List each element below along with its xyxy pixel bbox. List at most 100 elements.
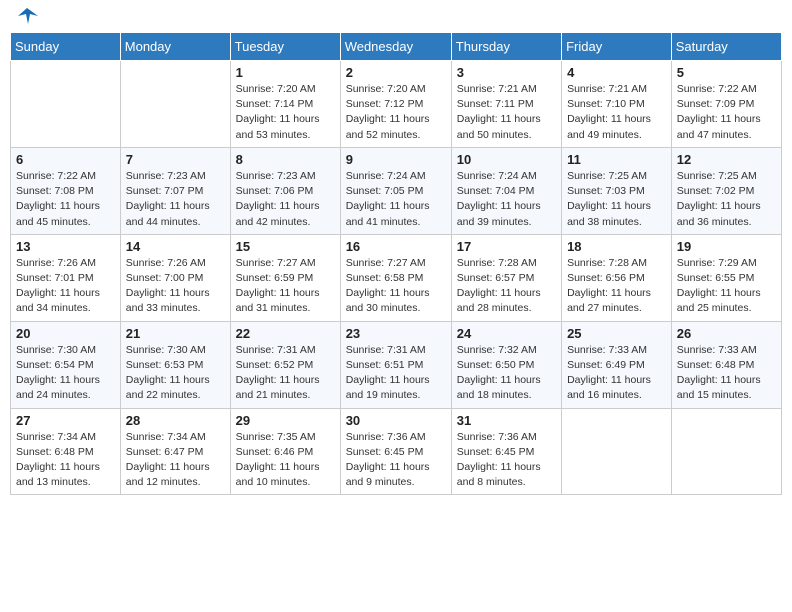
day-of-week-header: Monday — [120, 33, 230, 61]
day-info: Sunrise: 7:36 AM Sunset: 6:45 PM Dayligh… — [457, 430, 556, 491]
day-number: 10 — [457, 152, 556, 167]
calendar-cell — [671, 408, 781, 495]
day-number: 16 — [346, 239, 446, 254]
day-of-week-header: Saturday — [671, 33, 781, 61]
day-number: 12 — [677, 152, 776, 167]
calendar-week-row: 27 Sunrise: 7:34 AM Sunset: 6:48 PM Dayli… — [11, 408, 782, 495]
calendar-cell: 6Sunrise: 7:22 AM Sunset: 7:08 PM Daylig… — [11, 147, 121, 234]
calendar-cell: 20 Sunrise: 7:30 AM Sunset: 6:54 PM Dayli… — [11, 321, 121, 408]
calendar-cell: 17 Sunrise: 7:28 AM Sunset: 6:57 PM Dayli… — [451, 234, 561, 321]
calendar-cell — [11, 61, 121, 148]
day-info: Sunrise: 7:26 AM Sunset: 7:00 PM Dayligh… — [126, 256, 225, 317]
day-info: Sunrise: 7:34 AM Sunset: 6:47 PM Dayligh… — [126, 430, 225, 491]
day-info: Sunrise: 7:21 AM Sunset: 7:11 PM Dayligh… — [457, 82, 556, 143]
calendar-cell: 24 Sunrise: 7:32 AM Sunset: 6:50 PM Dayli… — [451, 321, 561, 408]
day-number: 8 — [236, 152, 335, 167]
day-info: Sunrise: 7:27 AM Sunset: 6:59 PM Dayligh… — [236, 256, 335, 317]
calendar-cell: 12 Sunrise: 7:25 AM Sunset: 7:02 PM Dayli… — [671, 147, 781, 234]
page-header — [10, 10, 782, 26]
calendar-cell: 2 Sunrise: 7:20 AM Sunset: 7:12 PM Daylig… — [340, 61, 451, 148]
day-number: 19 — [677, 239, 776, 254]
day-info: Sunrise: 7:20 AM Sunset: 7:14 PM Dayligh… — [236, 82, 335, 143]
calendar-cell — [562, 408, 672, 495]
calendar-cell: 27 Sunrise: 7:34 AM Sunset: 6:48 PM Dayli… — [11, 408, 121, 495]
day-info: Sunrise: 7:29 AM Sunset: 6:55 PM Dayligh… — [677, 256, 776, 317]
day-number: 9 — [346, 152, 446, 167]
day-number: 31 — [457, 413, 556, 428]
day-number: 5 — [677, 65, 776, 80]
day-info: Sunrise: 7:31 AM Sunset: 6:52 PM Dayligh… — [236, 343, 335, 404]
day-of-week-header: Sunday — [11, 33, 121, 61]
day-number: 14 — [126, 239, 225, 254]
day-info: Sunrise: 7:21 AM Sunset: 7:10 PM Dayligh… — [567, 82, 666, 143]
calendar-cell: 9 Sunrise: 7:24 AM Sunset: 7:05 PM Daylig… — [340, 147, 451, 234]
day-number: 17 — [457, 239, 556, 254]
calendar-cell: 13Sunrise: 7:26 AM Sunset: 7:01 PM Dayli… — [11, 234, 121, 321]
day-info: Sunrise: 7:23 AM Sunset: 7:07 PM Dayligh… — [126, 169, 225, 230]
calendar-cell: 15Sunrise: 7:27 AM Sunset: 6:59 PM Dayli… — [230, 234, 340, 321]
day-number: 18 — [567, 239, 666, 254]
day-number: 25 — [567, 326, 666, 341]
calendar-cell: 11Sunrise: 7:25 AM Sunset: 7:03 PM Dayli… — [562, 147, 672, 234]
calendar-cell: 31 Sunrise: 7:36 AM Sunset: 6:45 PM Dayli… — [451, 408, 561, 495]
calendar-table: SundayMondayTuesdayWednesdayThursdayFrid… — [10, 32, 782, 495]
calendar-cell: 16Sunrise: 7:27 AM Sunset: 6:58 PM Dayli… — [340, 234, 451, 321]
calendar-cell — [120, 61, 230, 148]
calendar-week-row: 6Sunrise: 7:22 AM Sunset: 7:08 PM Daylig… — [11, 147, 782, 234]
calendar-cell: 26Sunrise: 7:33 AM Sunset: 6:48 PM Dayli… — [671, 321, 781, 408]
calendar-cell: 18 Sunrise: 7:28 AM Sunset: 6:56 PM Dayli… — [562, 234, 672, 321]
day-info: Sunrise: 7:25 AM Sunset: 7:02 PM Dayligh… — [677, 169, 776, 230]
day-of-week-header: Thursday — [451, 33, 561, 61]
day-number: 22 — [236, 326, 335, 341]
calendar-cell: 10 Sunrise: 7:24 AM Sunset: 7:04 PM Dayli… — [451, 147, 561, 234]
day-number: 30 — [346, 413, 446, 428]
day-number: 21 — [126, 326, 225, 341]
calendar-week-row: 1 Sunrise: 7:20 AM Sunset: 7:14 PM Daylig… — [11, 61, 782, 148]
calendar-cell: 8 Sunrise: 7:23 AM Sunset: 7:06 PM Daylig… — [230, 147, 340, 234]
calendar-cell: 19 Sunrise: 7:29 AM Sunset: 6:55 PM Dayli… — [671, 234, 781, 321]
day-of-week-header: Friday — [562, 33, 672, 61]
calendar-cell: 3 Sunrise: 7:21 AM Sunset: 7:11 PM Daylig… — [451, 61, 561, 148]
day-info: Sunrise: 7:20 AM Sunset: 7:12 PM Dayligh… — [346, 82, 446, 143]
day-number: 3 — [457, 65, 556, 80]
day-info: Sunrise: 7:28 AM Sunset: 6:56 PM Dayligh… — [567, 256, 666, 317]
day-number: 24 — [457, 326, 556, 341]
day-number: 20 — [16, 326, 115, 341]
day-number: 23 — [346, 326, 446, 341]
day-info: Sunrise: 7:30 AM Sunset: 6:54 PM Dayligh… — [16, 343, 115, 404]
day-info: Sunrise: 7:23 AM Sunset: 7:06 PM Dayligh… — [236, 169, 335, 230]
day-number: 29 — [236, 413, 335, 428]
day-info: Sunrise: 7:28 AM Sunset: 6:57 PM Dayligh… — [457, 256, 556, 317]
day-of-week-header: Wednesday — [340, 33, 451, 61]
day-info: Sunrise: 7:33 AM Sunset: 6:49 PM Dayligh… — [567, 343, 666, 404]
day-info: Sunrise: 7:34 AM Sunset: 6:48 PM Dayligh… — [16, 430, 115, 491]
day-info: Sunrise: 7:30 AM Sunset: 6:53 PM Dayligh… — [126, 343, 225, 404]
day-number: 28 — [126, 413, 225, 428]
day-info: Sunrise: 7:35 AM Sunset: 6:46 PM Dayligh… — [236, 430, 335, 491]
day-number: 27 — [16, 413, 115, 428]
day-info: Sunrise: 7:36 AM Sunset: 6:45 PM Dayligh… — [346, 430, 446, 491]
calendar-cell: 28 Sunrise: 7:34 AM Sunset: 6:47 PM Dayli… — [120, 408, 230, 495]
calendar-cell: 14 Sunrise: 7:26 AM Sunset: 7:00 PM Dayli… — [120, 234, 230, 321]
calendar-cell: 4 Sunrise: 7:21 AM Sunset: 7:10 PM Daylig… — [562, 61, 672, 148]
calendar-cell: 7Sunrise: 7:23 AM Sunset: 7:07 PM Daylig… — [120, 147, 230, 234]
day-info: Sunrise: 7:24 AM Sunset: 7:05 PM Dayligh… — [346, 169, 446, 230]
day-info: Sunrise: 7:32 AM Sunset: 6:50 PM Dayligh… — [457, 343, 556, 404]
day-number: 1 — [236, 65, 335, 80]
day-info: Sunrise: 7:24 AM Sunset: 7:04 PM Dayligh… — [457, 169, 556, 230]
day-info: Sunrise: 7:22 AM Sunset: 7:09 PM Dayligh… — [677, 82, 776, 143]
day-info: Sunrise: 7:26 AM Sunset: 7:01 PM Dayligh… — [16, 256, 115, 317]
calendar-cell: 21 Sunrise: 7:30 AM Sunset: 6:53 PM Dayli… — [120, 321, 230, 408]
day-number: 2 — [346, 65, 446, 80]
calendar-header-row: SundayMondayTuesdayWednesdayThursdayFrid… — [11, 33, 782, 61]
calendar-cell: 5 Sunrise: 7:22 AM Sunset: 7:09 PM Daylig… — [671, 61, 781, 148]
logo — [14, 10, 38, 26]
calendar-week-row: 13Sunrise: 7:26 AM Sunset: 7:01 PM Dayli… — [11, 234, 782, 321]
calendar-cell: 23Sunrise: 7:31 AM Sunset: 6:51 PM Dayli… — [340, 321, 451, 408]
logo-bird-icon — [16, 6, 38, 26]
calendar-cell: 30 Sunrise: 7:36 AM Sunset: 6:45 PM Dayli… — [340, 408, 451, 495]
calendar-cell: 29 Sunrise: 7:35 AM Sunset: 6:46 PM Dayli… — [230, 408, 340, 495]
day-number: 11 — [567, 152, 666, 167]
day-of-week-header: Tuesday — [230, 33, 340, 61]
day-number: 4 — [567, 65, 666, 80]
